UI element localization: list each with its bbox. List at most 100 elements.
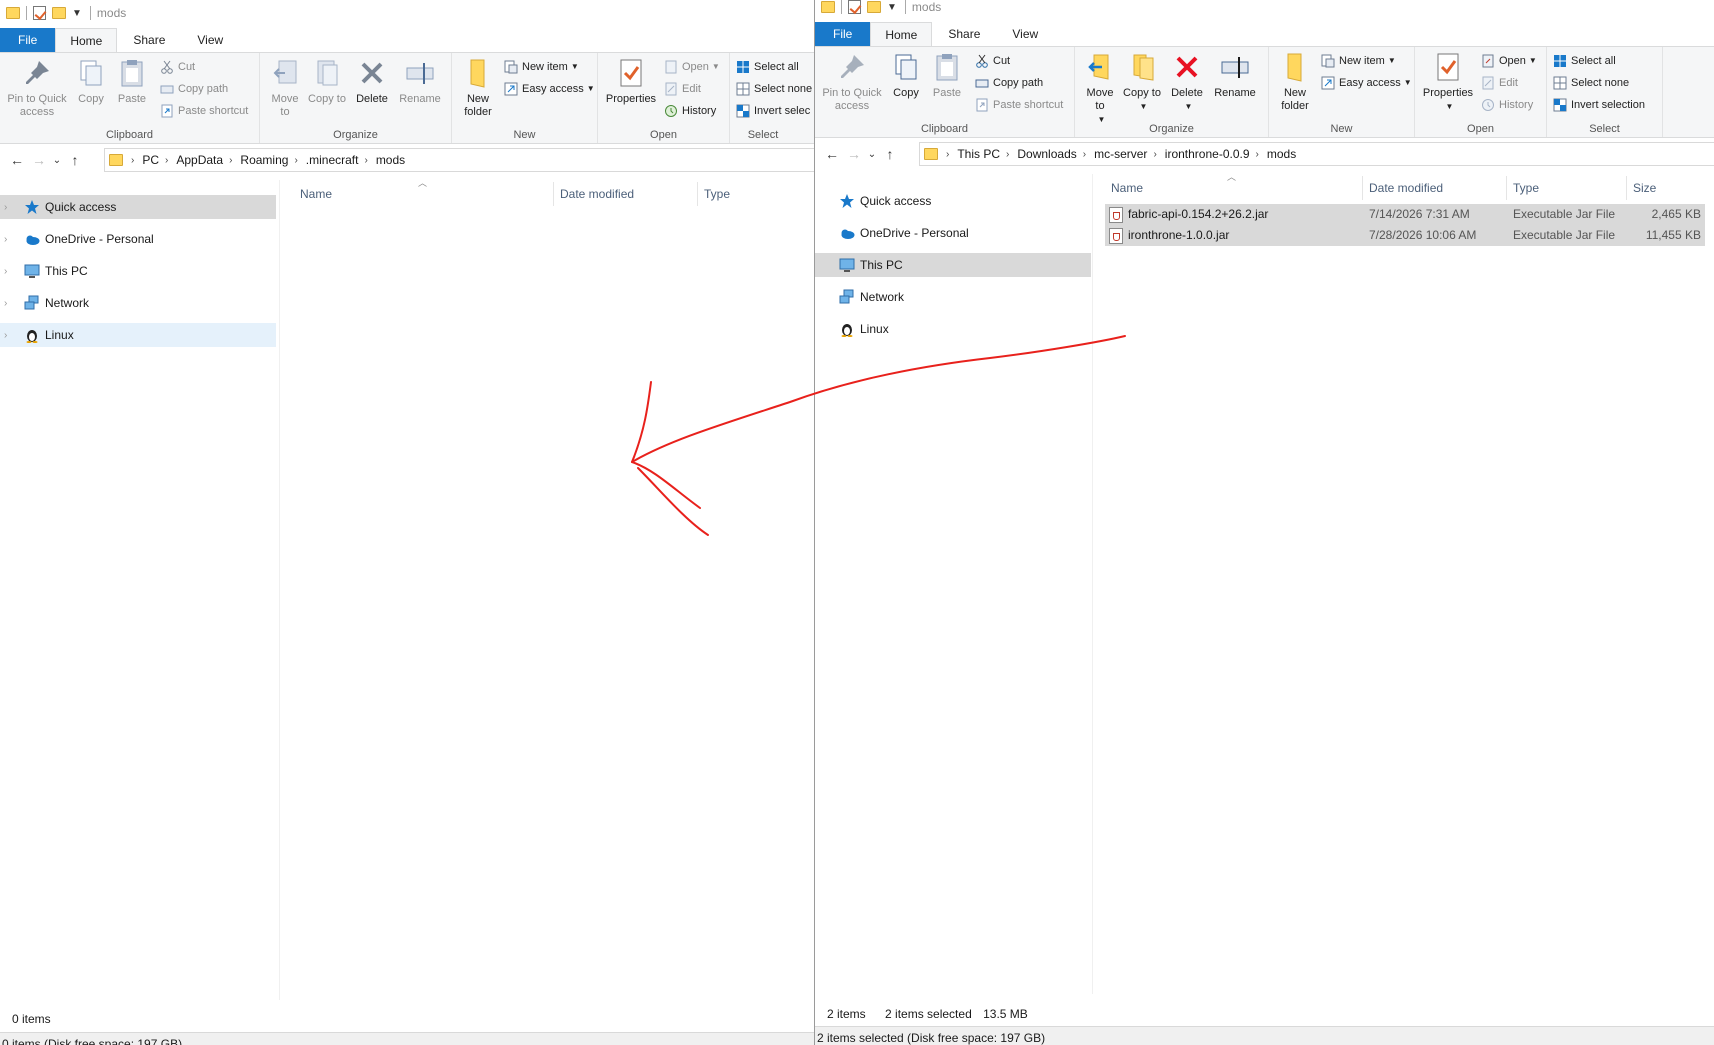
new-folder-icon[interactable] [52, 7, 66, 19]
copy-button[interactable]: Copy [74, 57, 108, 106]
invert-selection-button[interactable]: Invert selection [1553, 95, 1645, 115]
delete-button[interactable]: Delete ▼ [1167, 51, 1207, 113]
breadcrumb-appdata[interactable]: AppData [176, 153, 223, 167]
back-arrow-icon[interactable]: ← [821, 146, 843, 162]
tab-share[interactable]: Share [117, 28, 181, 52]
column-header-name[interactable]: Name [1105, 176, 1363, 200]
new-folder-icon[interactable] [867, 1, 881, 13]
cut-button[interactable]: Cut [160, 57, 195, 77]
breadcrumb-minecraft[interactable]: .minecraft [306, 153, 359, 167]
column-header-date-modified[interactable]: Date modified [554, 182, 698, 206]
pin-to-quick-access-button[interactable]: Pin to Quick access [819, 51, 885, 113]
nav-item-linux[interactable]: › Linux [0, 323, 276, 347]
select-all-button[interactable]: Select all [1553, 51, 1616, 71]
breadcrumb-mc-server[interactable]: mc-server [1094, 147, 1147, 161]
breadcrumb-mods[interactable]: mods [376, 153, 405, 167]
select-none-button[interactable]: Select none [736, 79, 812, 99]
nav-item-linux[interactable]: Linux [815, 317, 1091, 341]
breadcrumb-pc[interactable]: PC [142, 153, 159, 167]
nav-item-quick-access[interactable]: › Quick access [0, 195, 276, 219]
tab-home[interactable]: Home [870, 22, 933, 46]
nav-item-network[interactable]: Network [815, 285, 1091, 309]
tab-share[interactable]: Share [932, 22, 996, 46]
forward-arrow-icon[interactable]: → [843, 146, 865, 162]
column-header-type[interactable]: Type [698, 182, 814, 206]
breadcrumb-mods[interactable]: mods [1267, 147, 1296, 161]
table-row[interactable]: ironthrone-1.0.0.jar 7/28/2026 10:06 AM … [1105, 225, 1705, 246]
new-folder-button[interactable]: New folder [1273, 51, 1317, 113]
recent-locations-chevron-icon[interactable]: ⌄ [50, 155, 64, 166]
move-to-button[interactable]: Move to ▼ [1081, 51, 1119, 126]
properties-icon[interactable] [848, 0, 861, 14]
history-button[interactable]: History [1481, 95, 1533, 115]
new-item-button[interactable]: New item ▼ [504, 57, 579, 77]
invert-selection-button[interactable]: Invert selec [736, 101, 810, 121]
back-arrow-icon[interactable]: ← [6, 152, 28, 168]
up-arrow-icon[interactable]: ↑ [879, 146, 901, 162]
nav-item-network[interactable]: › Network [0, 291, 276, 315]
delete-button[interactable]: Delete [352, 57, 392, 106]
column-header-date-modified[interactable]: Date modified [1363, 176, 1507, 200]
cut-button[interactable]: Cut [975, 51, 1010, 71]
paste-button[interactable]: Paste [929, 51, 965, 100]
select-none-button[interactable]: Select none [1553, 73, 1629, 93]
nav-item-this-pc[interactable]: › This PC [0, 259, 276, 283]
column-header-size[interactable]: Size [1627, 176, 1705, 200]
breadcrumb-this-pc[interactable]: This PC [957, 147, 1000, 161]
rename-button[interactable]: Rename [396, 57, 444, 106]
expand-chevron-icon[interactable]: › [4, 234, 16, 245]
tab-file[interactable]: File [0, 28, 56, 52]
breadcrumb-ironthrone[interactable]: ironthrone-0.0.9 [1165, 147, 1250, 161]
edit-button[interactable]: Edit [664, 79, 701, 99]
up-arrow-icon[interactable]: ↑ [64, 152, 86, 168]
copy-to-button[interactable]: Copy to [308, 57, 346, 106]
copy-to-button[interactable]: Copy to ▼ [1123, 51, 1161, 113]
move-to-button[interactable]: Move to [266, 57, 304, 119]
nav-item-onedrive[interactable]: › OneDrive - Personal [0, 227, 276, 251]
tab-view[interactable]: View [181, 28, 239, 52]
history-button[interactable]: History [664, 101, 716, 121]
rename-button[interactable]: Rename [1211, 51, 1259, 100]
copy-path-button[interactable]: Copy path [975, 73, 1043, 93]
tab-home[interactable]: Home [55, 28, 118, 52]
file-list: ︿ Name Date modified Type Size fabric-ap… [1095, 174, 1714, 994]
breadcrumb-roaming[interactable]: Roaming [240, 153, 288, 167]
copy-path-button[interactable]: Copy path [160, 79, 228, 99]
paste-button[interactable]: Paste [114, 57, 150, 106]
easy-access-button[interactable]: Easy access ▼ [504, 79, 595, 99]
recent-locations-chevron-icon[interactable]: ⌄ [865, 149, 879, 160]
expand-chevron-icon[interactable]: › [4, 298, 16, 309]
table-row[interactable]: fabric-api-0.154.2+26.2.jar 7/14/2026 7:… [1105, 204, 1705, 225]
new-item-button[interactable]: New item ▼ [1321, 51, 1396, 71]
customize-toolbar-icon[interactable]: ▼ [72, 8, 82, 19]
new-folder-button[interactable]: New folder [456, 57, 500, 119]
nav-item-onedrive[interactable]: OneDrive - Personal [815, 221, 1091, 245]
copy-button[interactable]: Copy [889, 51, 923, 100]
expand-chevron-icon[interactable]: › [4, 330, 16, 341]
properties-icon[interactable] [33, 6, 46, 20]
select-all-button[interactable]: Select all [736, 57, 799, 77]
paste-label: Paste [932, 87, 962, 99]
edit-button[interactable]: Edit [1481, 73, 1518, 93]
nav-item-quick-access[interactable]: Quick access [815, 189, 1091, 213]
expand-chevron-icon[interactable]: › [4, 266, 16, 277]
column-header-type[interactable]: Type [1507, 176, 1627, 200]
tab-file[interactable]: File [815, 22, 871, 46]
address-box[interactable]: › This PC › Downloads › mc-server › iron… [919, 142, 1714, 166]
open-button[interactable]: Open ▼ [1481, 51, 1537, 71]
open-button[interactable]: Open ▼ [664, 57, 720, 77]
easy-access-button[interactable]: Easy access ▼ [1321, 73, 1412, 93]
customize-toolbar-icon[interactable]: ▼ [887, 2, 897, 13]
pin-to-quick-access-button[interactable]: Pin to Quick access [4, 57, 70, 119]
paste-shortcut-button[interactable]: Paste shortcut [160, 101, 248, 121]
forward-arrow-icon[interactable]: → [28, 152, 50, 168]
tab-view[interactable]: View [996, 22, 1054, 46]
properties-button[interactable]: Properties [602, 57, 660, 106]
column-header-name[interactable]: Name [294, 182, 554, 206]
paste-shortcut-button[interactable]: Paste shortcut [975, 95, 1063, 115]
address-box[interactable]: › PC › AppData › Roaming › .minecraft › … [104, 148, 814, 172]
nav-item-this-pc[interactable]: This PC [815, 253, 1091, 277]
properties-button[interactable]: Properties ▼ [1419, 51, 1477, 113]
breadcrumb-downloads[interactable]: Downloads [1017, 147, 1076, 161]
expand-chevron-icon[interactable]: › [4, 202, 16, 213]
